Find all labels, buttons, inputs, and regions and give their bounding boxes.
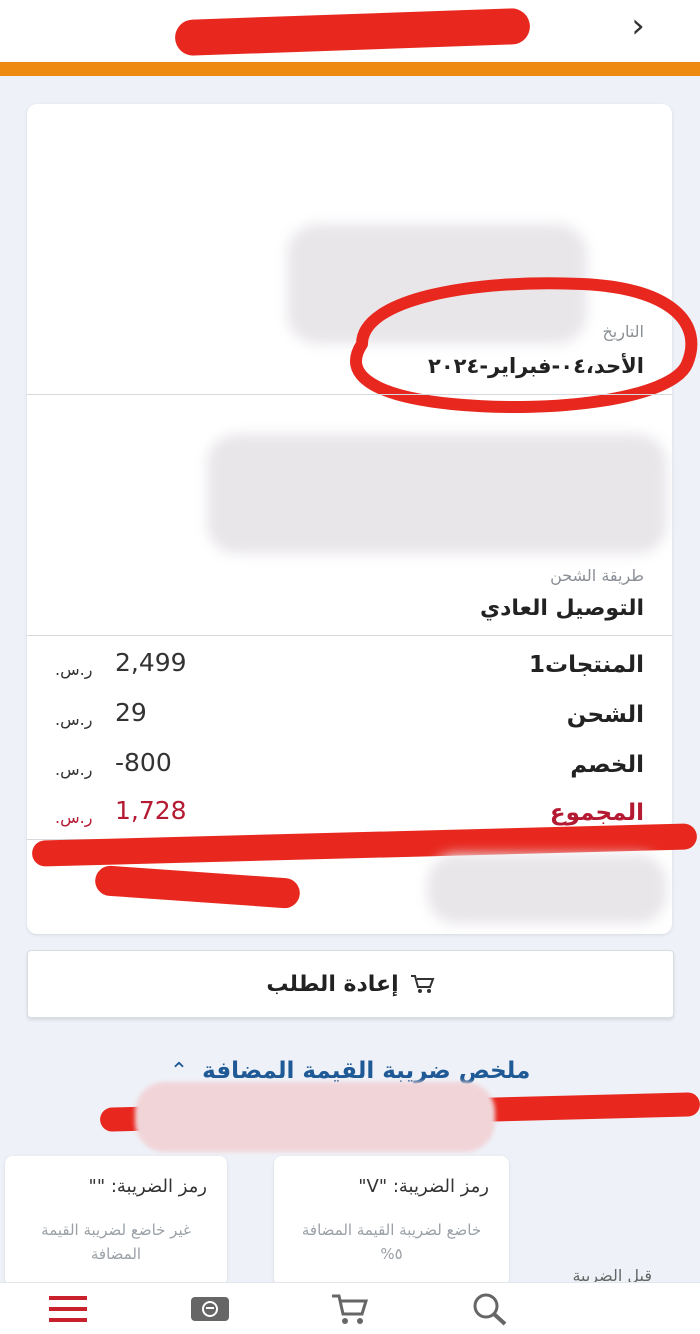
- tax-description: غير خاضع لضريبة القيمة المضافة: [41, 1221, 191, 1263]
- summary-row-shipping: الشحن 29 ر.س.: [27, 698, 672, 738]
- nav-cart[interactable]: [328, 1291, 372, 1327]
- tax-code-card-exempt: رمز الضريبة: "" غير خاضع لضريبة القيمة ا…: [5, 1156, 227, 1286]
- highlight-circle: [350, 277, 698, 413]
- summary-label: المجموع: [549, 800, 644, 826]
- tax-code: رمز الضريبة: "V": [358, 1176, 489, 1197]
- tax-description: خاضع لضريبة القيمة المضافة ٥%: [301, 1221, 482, 1263]
- reorder-button[interactable]: إعادة الطلب: [27, 950, 674, 1018]
- summary-label: الشحن: [566, 702, 644, 728]
- redaction-mark: [174, 7, 531, 57]
- search-icon: [473, 1293, 507, 1326]
- accent-bar: [0, 62, 700, 76]
- chevron-up-icon: ⌃: [169, 1058, 189, 1084]
- summary-amount: 2,499: [115, 648, 187, 677]
- divider: [27, 635, 672, 636]
- summary-amount: 29: [115, 698, 147, 727]
- redaction-mark: [427, 854, 667, 924]
- nav-card[interactable]: [188, 1291, 232, 1327]
- top-bar: ›: [0, 0, 700, 62]
- shipping-method-value: التوصيل العادي: [479, 596, 644, 621]
- currency: ر.س.: [55, 710, 93, 729]
- summary-row-discount: الخصم -800 ر.س.: [27, 748, 672, 788]
- divider: [27, 394, 672, 395]
- currency: ر.س.: [55, 760, 93, 779]
- nav-menu[interactable]: [46, 1291, 90, 1327]
- summary-amount: -800: [115, 748, 172, 777]
- summary-row-products: المنتجات1 2,499 ر.س.: [27, 648, 672, 688]
- tax-code-card-v: رمز الضريبة: "V" خاضع لضريبة القيمة المض…: [274, 1156, 509, 1286]
- shipping-method-label: طريقة الشحن: [550, 566, 644, 585]
- cart-icon: [410, 975, 435, 993]
- summary-amount: 1,728: [115, 796, 187, 825]
- vat-summary-title: ملخص ضريبة القيمة المضافة: [202, 1058, 531, 1084]
- chevron-right-icon: ›: [631, 6, 645, 46]
- bottom-nav: [0, 1282, 700, 1334]
- card-icon: [191, 1297, 229, 1321]
- summary-label: المنتجات1: [528, 652, 644, 678]
- reorder-label: إعادة الطلب: [266, 971, 399, 997]
- order-details-card: التاريخ الأحد،٠٤-فبراير-٢٠٢٤ طريقة الشحن…: [27, 104, 698, 934]
- nav-search[interactable]: [468, 1291, 512, 1327]
- redaction-mark: [207, 434, 667, 554]
- redaction-mark: [135, 1082, 495, 1152]
- back-button[interactable]: ›: [620, 8, 656, 44]
- redaction-mark: [94, 864, 301, 910]
- currency: ر.س.: [55, 808, 93, 827]
- summary-label: الخصم: [570, 752, 644, 778]
- menu-icon: [49, 1296, 87, 1322]
- cart-icon: [332, 1294, 369, 1324]
- currency: ر.س.: [55, 660, 93, 679]
- tax-code: رمز الضريبة: "": [88, 1176, 207, 1197]
